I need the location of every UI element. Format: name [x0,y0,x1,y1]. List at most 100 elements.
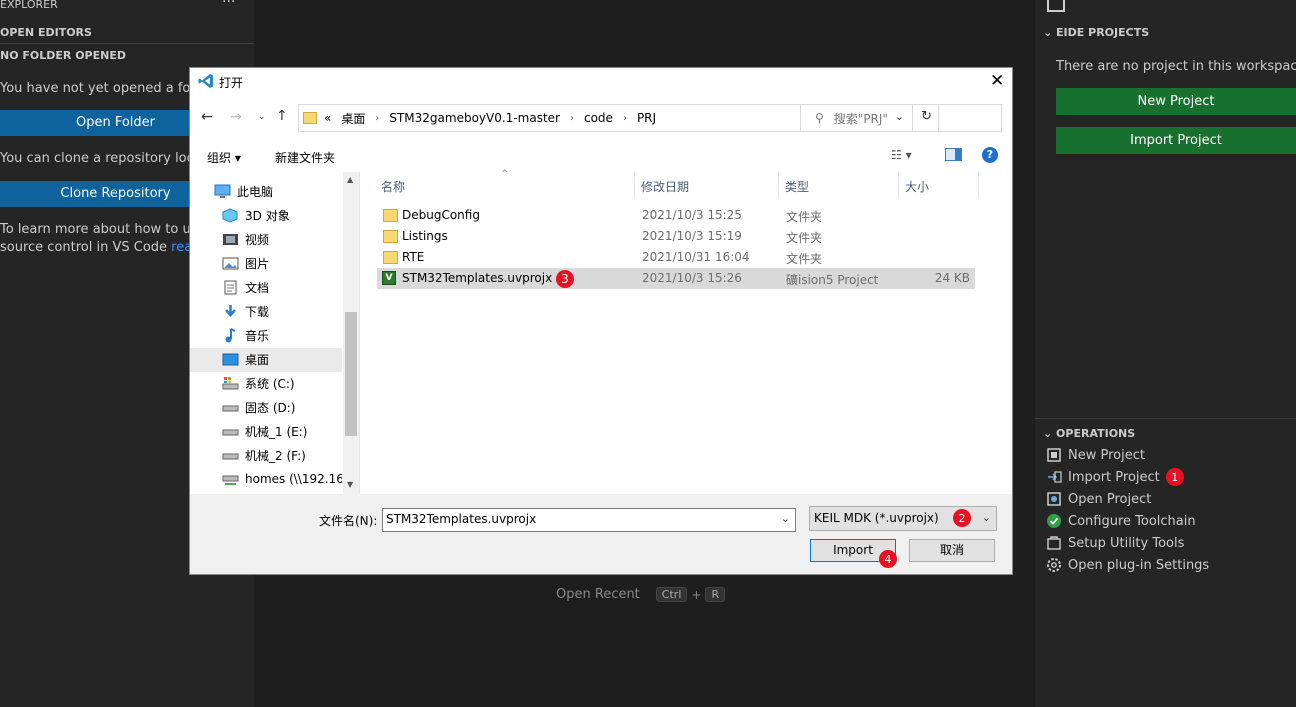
recent-locations-icon[interactable]: ⌄ [258,112,266,122]
tree-item-downloads[interactable]: 下载 [222,299,269,323]
tree-item-drive-d[interactable]: 固态 (D:) [222,395,295,419]
open-file-dialog: 打开 ✕ ← → ⌄ ↑ « 桌面 › STM32gameboyV0.1-mas… [189,67,1013,575]
dialog-title: 打开 [219,76,244,90]
tree-item-music[interactable]: 音乐 [222,323,269,347]
tree-item-drive-c[interactable]: 系统 (C:) [222,371,295,395]
chevron-right-icon[interactable]: › [570,113,574,124]
chevron-right-icon[interactable]: › [375,113,379,124]
tree-item-drive-f[interactable]: 机械_2 (F:) [222,443,306,467]
file-type-filter[interactable]: KEIL MDK (*.uvprojx) 2 ⌄ [809,506,997,531]
organize-menu[interactable]: 组织 ▾ [207,149,241,166]
file-row-debugconfig[interactable]: DebugConfig 2021/10/3 15:25 文件夹 [377,205,975,226]
filename-label: 文件名(N): [319,514,378,528]
tree-item-documents[interactable]: 文档 [222,275,269,299]
documents-icon [222,280,239,295]
file-type: 文件夹 [786,210,823,224]
breadcrumb-desktop[interactable]: 桌面 [341,110,365,127]
file-type: 文件夹 [786,252,823,266]
tree-label: 3D 对象 [245,208,290,223]
new-folder-button[interactable]: 新建文件夹 [275,149,335,166]
scroll-down-icon[interactable]: ▼ [347,480,353,489]
divider [978,172,979,198]
tree-item-pictures[interactable]: 图片 [222,251,269,275]
op-configure-toolchain[interactable]: Configure Toolchain [1046,510,1196,532]
tree-label: 机械_2 (F:) [245,448,306,463]
op-open-project[interactable]: Open Project [1046,488,1151,510]
file-row-uvprojx-selected[interactable]: V STM32Templates.uvprojx 3 2021/10/3 15:… [377,268,975,289]
step-badge: 3 [556,270,574,288]
search-box[interactable]: ⚲ 搜索"PRJ" [800,104,1002,132]
tree-item-this-pc[interactable]: 此电脑 [214,179,273,203]
breadcrumb-overflow[interactable]: « [324,111,331,125]
chevron-right-icon[interactable]: › [623,113,627,124]
tree-label: 视频 [245,232,270,247]
tree-label: 图片 [245,256,270,271]
folder-icon [383,230,404,246]
new-project-icon [1046,447,1062,463]
back-arrow-icon[interactable]: ← [201,109,213,125]
forward-arrow-icon[interactable]: → [230,109,242,125]
op-import-project[interactable]: Import Project 1 [1046,466,1184,488]
op-open-plugin-settings[interactable]: Open plug-in Settings [1046,554,1209,576]
eide-projects-header[interactable]: ⌄ EIDE PROJECTS [1043,26,1149,39]
step-badge: 4 [879,550,897,568]
help-icon[interactable]: ? [982,147,998,163]
column-type[interactable]: 类型 [785,178,809,195]
clone-message: You can clone a repository locally. [0,151,219,166]
import-project-button[interactable]: Import Project [1056,127,1296,154]
breadcrumb-code[interactable]: code [584,111,613,125]
ellipsis-icon[interactable]: ··· [222,0,235,10]
preview-pane-icon[interactable] [945,148,962,161]
new-project-button[interactable]: New Project [1056,88,1296,115]
file-row-listings[interactable]: Listings 2021/10/3 15:19 文件夹 [377,226,975,247]
tree-label: 音乐 [245,328,270,343]
no-folder-header[interactable]: NO FOLDER OPENED [0,49,126,62]
tree-label: 桌面 [245,352,270,367]
ctrl-key: Ctrl [655,587,688,602]
tree-item-3d-objects[interactable]: 3D 对象 [222,203,290,227]
breadcrumb-prj[interactable]: PRJ [637,111,656,125]
tree-item-network-homes[interactable]: homes (\\192.168 [222,467,342,491]
op-new-project[interactable]: New Project [1046,444,1145,466]
up-arrow-icon[interactable]: ↑ [276,108,288,124]
r-key: R [705,587,726,602]
cancel-button[interactable]: 取消 [909,539,995,562]
tree-label: 系统 (C:) [245,376,295,391]
op-setup-utility-tools[interactable]: Setup Utility Tools [1046,532,1184,554]
chevron-down-icon[interactable]: ⌄ [781,512,790,525]
3d-objects-icon [222,207,239,223]
file-row-rte[interactable]: RTE 2021/10/31 16:04 文件夹 [377,247,975,268]
tree-item-desktop[interactable]: 桌面 [222,347,269,371]
step-badge: 1 [1165,468,1184,486]
tree-item-videos[interactable]: 视频 [222,227,269,251]
import-button[interactable]: Import 4 [810,539,897,568]
view-options-icon[interactable]: ☷ ▾ [891,148,912,162]
gear-icon [1046,557,1062,573]
divider [778,172,779,198]
chevron-down-icon: ⌄ [1043,427,1057,440]
column-date[interactable]: 修改日期 [641,178,689,195]
tree-item-drive-e[interactable]: 机械_1 (E:) [222,419,307,443]
breadcrumb-project[interactable]: STM32gameboyV0.1-master [389,111,560,125]
download-icon [222,304,239,319]
operations-header[interactable]: ⌄ OPERATIONS [1043,427,1135,440]
computer-icon [214,184,231,199]
drive-icon [222,424,239,439]
open-editors-header[interactable]: OPEN EDITORS [0,26,92,39]
column-name[interactable]: 名称 [381,178,405,195]
sort-up-icon: ^ [501,169,509,179]
tree-label: 此电脑 [237,184,274,199]
drive-icon [222,400,239,415]
filter-value: KEIL MDK (*.uvprojx) [814,511,939,525]
column-size[interactable]: 大小 [905,178,929,195]
navigation-scrollbar[interactable]: ▲ ▼ [343,172,359,494]
learn-more-prefix: source control in VS Code [0,240,172,255]
file-name: RTE [402,250,425,264]
close-icon[interactable]: ✕ [990,71,1004,91]
filename-input[interactable]: STM32Templates.uvprojx ⌄ [382,508,796,532]
drive-icon [222,448,239,463]
import-label: Import [833,543,873,557]
scroll-up-icon[interactable]: ▲ [347,175,353,184]
check-circle-icon [1046,513,1062,529]
scrollbar-thumb[interactable] [345,312,357,436]
